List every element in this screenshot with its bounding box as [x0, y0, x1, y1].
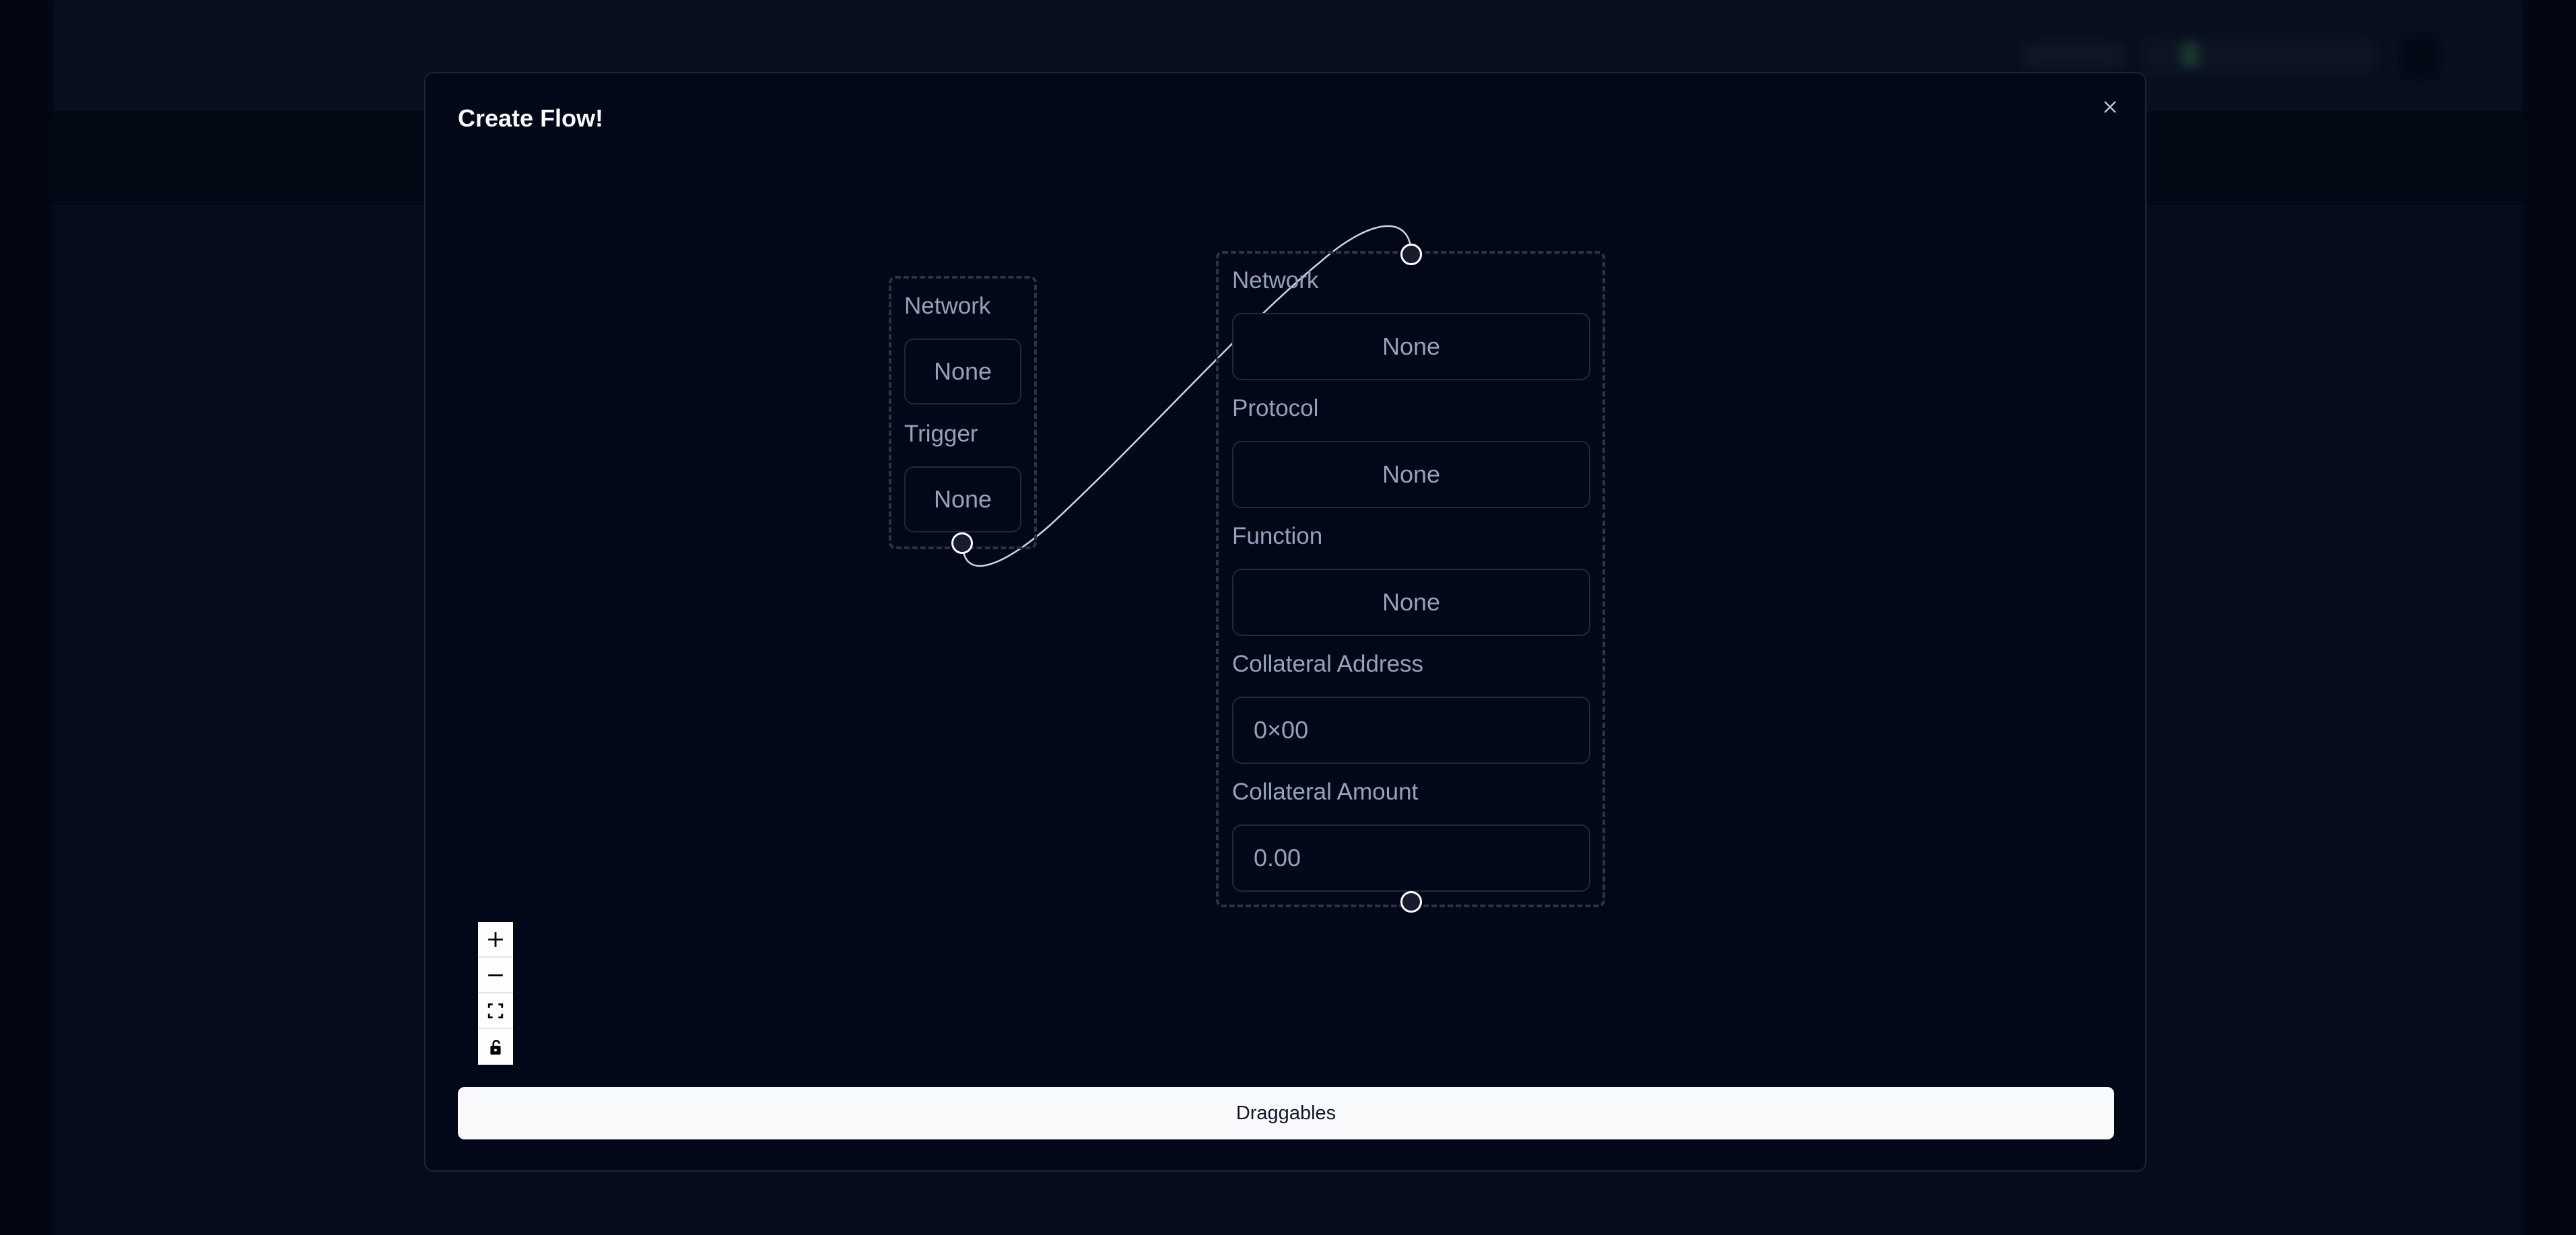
field-label-network: Network	[1232, 267, 1319, 293]
network-select[interactable]: None	[1232, 313, 1590, 380]
minus-icon	[488, 974, 503, 976]
protocol-select[interactable]: None	[1232, 441, 1590, 508]
field-label-function: Function	[1232, 523, 1323, 549]
field-label-network: Network	[904, 293, 991, 319]
trigger-select[interactable]: None	[904, 466, 1021, 532]
function-select[interactable]: None	[1232, 569, 1590, 636]
network-select[interactable]: None	[904, 339, 1021, 404]
plus-icon	[488, 931, 503, 947]
field-label-trigger: Trigger	[904, 421, 978, 447]
unlock-icon	[490, 1039, 501, 1055]
action-node-source-handle[interactable]	[1400, 891, 1422, 913]
toggle-interactivity-button[interactable]	[478, 1029, 513, 1065]
field-label-collateral-amount: Collateral Amount	[1232, 779, 1419, 805]
fit-view-icon	[487, 1003, 504, 1018]
trigger-node-source-handle[interactable]	[951, 532, 973, 554]
action-node-target-handle[interactable]	[1400, 244, 1422, 265]
zoom-in-button[interactable]	[478, 922, 513, 958]
collateral-address-input[interactable]: 0×00	[1232, 697, 1590, 764]
zoom-out-button[interactable]	[478, 958, 513, 993]
fit-view-button[interactable]	[478, 993, 513, 1029]
draggables-button[interactable]: Draggables	[458, 1087, 2114, 1139]
field-label-collateral-address: Collateral Address	[1232, 651, 1424, 677]
flow-controls	[478, 922, 513, 1065]
field-label-protocol: Protocol	[1232, 395, 1319, 421]
collateral-amount-input[interactable]: 0.00	[1232, 824, 1590, 892]
